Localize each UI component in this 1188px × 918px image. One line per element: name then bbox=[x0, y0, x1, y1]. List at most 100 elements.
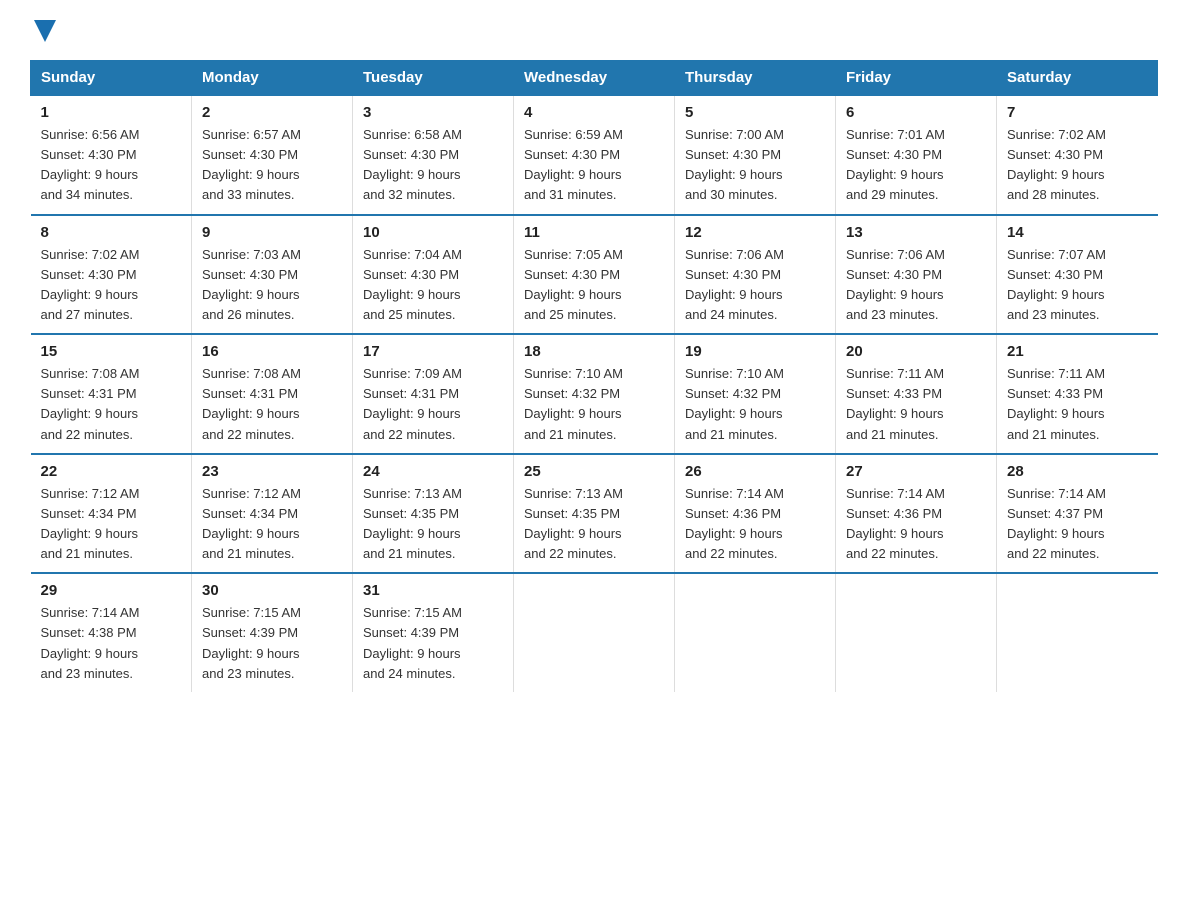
day-number: 24 bbox=[363, 463, 503, 480]
day-number: 16 bbox=[202, 343, 342, 360]
day-number: 30 bbox=[202, 582, 342, 599]
day-number: 5 bbox=[685, 104, 825, 121]
calendar-cell bbox=[836, 573, 997, 692]
day-info: Sunrise: 7:15 AMSunset: 4:39 PMDaylight:… bbox=[363, 603, 503, 684]
day-info: Sunrise: 7:08 AMSunset: 4:31 PMDaylight:… bbox=[41, 364, 182, 445]
header-friday: Friday bbox=[836, 61, 997, 96]
day-number: 2 bbox=[202, 104, 342, 121]
day-info: Sunrise: 7:02 AMSunset: 4:30 PMDaylight:… bbox=[1007, 125, 1148, 206]
day-info: Sunrise: 7:14 AMSunset: 4:36 PMDaylight:… bbox=[685, 484, 825, 565]
day-number: 1 bbox=[41, 104, 182, 121]
calendar-cell: 31 Sunrise: 7:15 AMSunset: 4:39 PMDaylig… bbox=[353, 573, 514, 692]
day-number: 21 bbox=[1007, 343, 1148, 360]
day-info: Sunrise: 7:05 AMSunset: 4:30 PMDaylight:… bbox=[524, 245, 664, 326]
day-number: 11 bbox=[524, 224, 664, 241]
day-info: Sunrise: 7:13 AMSunset: 4:35 PMDaylight:… bbox=[524, 484, 664, 565]
day-number: 12 bbox=[685, 224, 825, 241]
logo bbox=[30, 20, 56, 42]
day-number: 9 bbox=[202, 224, 342, 241]
page-header bbox=[30, 20, 1158, 42]
day-info: Sunrise: 7:10 AMSunset: 4:32 PMDaylight:… bbox=[685, 364, 825, 445]
day-number: 18 bbox=[524, 343, 664, 360]
calendar-cell: 1 Sunrise: 6:56 AMSunset: 4:30 PMDayligh… bbox=[31, 95, 192, 215]
day-info: Sunrise: 7:02 AMSunset: 4:30 PMDaylight:… bbox=[41, 245, 182, 326]
header-sunday: Sunday bbox=[31, 61, 192, 96]
calendar-cell: 6 Sunrise: 7:01 AMSunset: 4:30 PMDayligh… bbox=[836, 95, 997, 215]
calendar-cell: 30 Sunrise: 7:15 AMSunset: 4:39 PMDaylig… bbox=[192, 573, 353, 692]
header-saturday: Saturday bbox=[997, 61, 1158, 96]
calendar-cell: 11 Sunrise: 7:05 AMSunset: 4:30 PMDaylig… bbox=[514, 215, 675, 335]
day-info: Sunrise: 7:00 AMSunset: 4:30 PMDaylight:… bbox=[685, 125, 825, 206]
calendar-week-3: 15 Sunrise: 7:08 AMSunset: 4:31 PMDaylig… bbox=[31, 334, 1158, 454]
day-number: 8 bbox=[41, 224, 182, 241]
header-tuesday: Tuesday bbox=[353, 61, 514, 96]
day-info: Sunrise: 7:12 AMSunset: 4:34 PMDaylight:… bbox=[41, 484, 182, 565]
day-number: 28 bbox=[1007, 463, 1148, 480]
calendar-header-row: SundayMondayTuesdayWednesdayThursdayFrid… bbox=[31, 61, 1158, 96]
calendar-cell: 27 Sunrise: 7:14 AMSunset: 4:36 PMDaylig… bbox=[836, 454, 997, 574]
calendar-cell: 20 Sunrise: 7:11 AMSunset: 4:33 PMDaylig… bbox=[836, 334, 997, 454]
day-number: 6 bbox=[846, 104, 986, 121]
calendar-cell: 10 Sunrise: 7:04 AMSunset: 4:30 PMDaylig… bbox=[353, 215, 514, 335]
day-info: Sunrise: 7:01 AMSunset: 4:30 PMDaylight:… bbox=[846, 125, 986, 206]
day-number: 10 bbox=[363, 224, 503, 241]
calendar-cell: 25 Sunrise: 7:13 AMSunset: 4:35 PMDaylig… bbox=[514, 454, 675, 574]
calendar-cell: 19 Sunrise: 7:10 AMSunset: 4:32 PMDaylig… bbox=[675, 334, 836, 454]
day-info: Sunrise: 6:56 AMSunset: 4:30 PMDaylight:… bbox=[41, 125, 182, 206]
day-number: 13 bbox=[846, 224, 986, 241]
calendar-cell: 17 Sunrise: 7:09 AMSunset: 4:31 PMDaylig… bbox=[353, 334, 514, 454]
calendar-cell: 2 Sunrise: 6:57 AMSunset: 4:30 PMDayligh… bbox=[192, 95, 353, 215]
header-wednesday: Wednesday bbox=[514, 61, 675, 96]
calendar-cell: 9 Sunrise: 7:03 AMSunset: 4:30 PMDayligh… bbox=[192, 215, 353, 335]
day-number: 25 bbox=[524, 463, 664, 480]
calendar-cell: 4 Sunrise: 6:59 AMSunset: 4:30 PMDayligh… bbox=[514, 95, 675, 215]
calendar-week-2: 8 Sunrise: 7:02 AMSunset: 4:30 PMDayligh… bbox=[31, 215, 1158, 335]
day-info: Sunrise: 7:09 AMSunset: 4:31 PMDaylight:… bbox=[363, 364, 503, 445]
day-info: Sunrise: 7:14 AMSunset: 4:38 PMDaylight:… bbox=[41, 603, 182, 684]
calendar-week-1: 1 Sunrise: 6:56 AMSunset: 4:30 PMDayligh… bbox=[31, 95, 1158, 215]
calendar-cell bbox=[997, 573, 1158, 692]
day-number: 22 bbox=[41, 463, 182, 480]
day-number: 27 bbox=[846, 463, 986, 480]
day-info: Sunrise: 7:06 AMSunset: 4:30 PMDaylight:… bbox=[685, 245, 825, 326]
logo-triangle-icon bbox=[34, 20, 56, 42]
day-number: 15 bbox=[41, 343, 182, 360]
calendar-cell: 16 Sunrise: 7:08 AMSunset: 4:31 PMDaylig… bbox=[192, 334, 353, 454]
day-info: Sunrise: 7:13 AMSunset: 4:35 PMDaylight:… bbox=[363, 484, 503, 565]
calendar-cell: 28 Sunrise: 7:14 AMSunset: 4:37 PMDaylig… bbox=[997, 454, 1158, 574]
day-info: Sunrise: 7:14 AMSunset: 4:36 PMDaylight:… bbox=[846, 484, 986, 565]
day-info: Sunrise: 7:06 AMSunset: 4:30 PMDaylight:… bbox=[846, 245, 986, 326]
day-info: Sunrise: 7:11 AMSunset: 4:33 PMDaylight:… bbox=[846, 364, 986, 445]
day-number: 3 bbox=[363, 104, 503, 121]
calendar-table: SundayMondayTuesdayWednesdayThursdayFrid… bbox=[30, 60, 1158, 692]
header-monday: Monday bbox=[192, 61, 353, 96]
day-number: 17 bbox=[363, 343, 503, 360]
calendar-cell: 3 Sunrise: 6:58 AMSunset: 4:30 PMDayligh… bbox=[353, 95, 514, 215]
calendar-cell bbox=[514, 573, 675, 692]
calendar-cell: 24 Sunrise: 7:13 AMSunset: 4:35 PMDaylig… bbox=[353, 454, 514, 574]
calendar-cell: 8 Sunrise: 7:02 AMSunset: 4:30 PMDayligh… bbox=[31, 215, 192, 335]
calendar-cell: 22 Sunrise: 7:12 AMSunset: 4:34 PMDaylig… bbox=[31, 454, 192, 574]
calendar-cell: 21 Sunrise: 7:11 AMSunset: 4:33 PMDaylig… bbox=[997, 334, 1158, 454]
calendar-cell: 18 Sunrise: 7:10 AMSunset: 4:32 PMDaylig… bbox=[514, 334, 675, 454]
calendar-cell: 14 Sunrise: 7:07 AMSunset: 4:30 PMDaylig… bbox=[997, 215, 1158, 335]
day-info: Sunrise: 7:11 AMSunset: 4:33 PMDaylight:… bbox=[1007, 364, 1148, 445]
header-thursday: Thursday bbox=[675, 61, 836, 96]
day-number: 23 bbox=[202, 463, 342, 480]
day-number: 14 bbox=[1007, 224, 1148, 241]
calendar-cell: 26 Sunrise: 7:14 AMSunset: 4:36 PMDaylig… bbox=[675, 454, 836, 574]
day-info: Sunrise: 6:57 AMSunset: 4:30 PMDaylight:… bbox=[202, 125, 342, 206]
day-info: Sunrise: 7:10 AMSunset: 4:32 PMDaylight:… bbox=[524, 364, 664, 445]
calendar-cell: 12 Sunrise: 7:06 AMSunset: 4:30 PMDaylig… bbox=[675, 215, 836, 335]
calendar-cell: 5 Sunrise: 7:00 AMSunset: 4:30 PMDayligh… bbox=[675, 95, 836, 215]
day-number: 20 bbox=[846, 343, 986, 360]
day-number: 29 bbox=[41, 582, 182, 599]
day-info: Sunrise: 7:07 AMSunset: 4:30 PMDaylight:… bbox=[1007, 245, 1148, 326]
calendar-cell: 23 Sunrise: 7:12 AMSunset: 4:34 PMDaylig… bbox=[192, 454, 353, 574]
day-info: Sunrise: 6:59 AMSunset: 4:30 PMDaylight:… bbox=[524, 125, 664, 206]
calendar-week-5: 29 Sunrise: 7:14 AMSunset: 4:38 PMDaylig… bbox=[31, 573, 1158, 692]
day-info: Sunrise: 7:03 AMSunset: 4:30 PMDaylight:… bbox=[202, 245, 342, 326]
day-info: Sunrise: 7:04 AMSunset: 4:30 PMDaylight:… bbox=[363, 245, 503, 326]
day-info: Sunrise: 7:08 AMSunset: 4:31 PMDaylight:… bbox=[202, 364, 342, 445]
day-info: Sunrise: 7:14 AMSunset: 4:37 PMDaylight:… bbox=[1007, 484, 1148, 565]
